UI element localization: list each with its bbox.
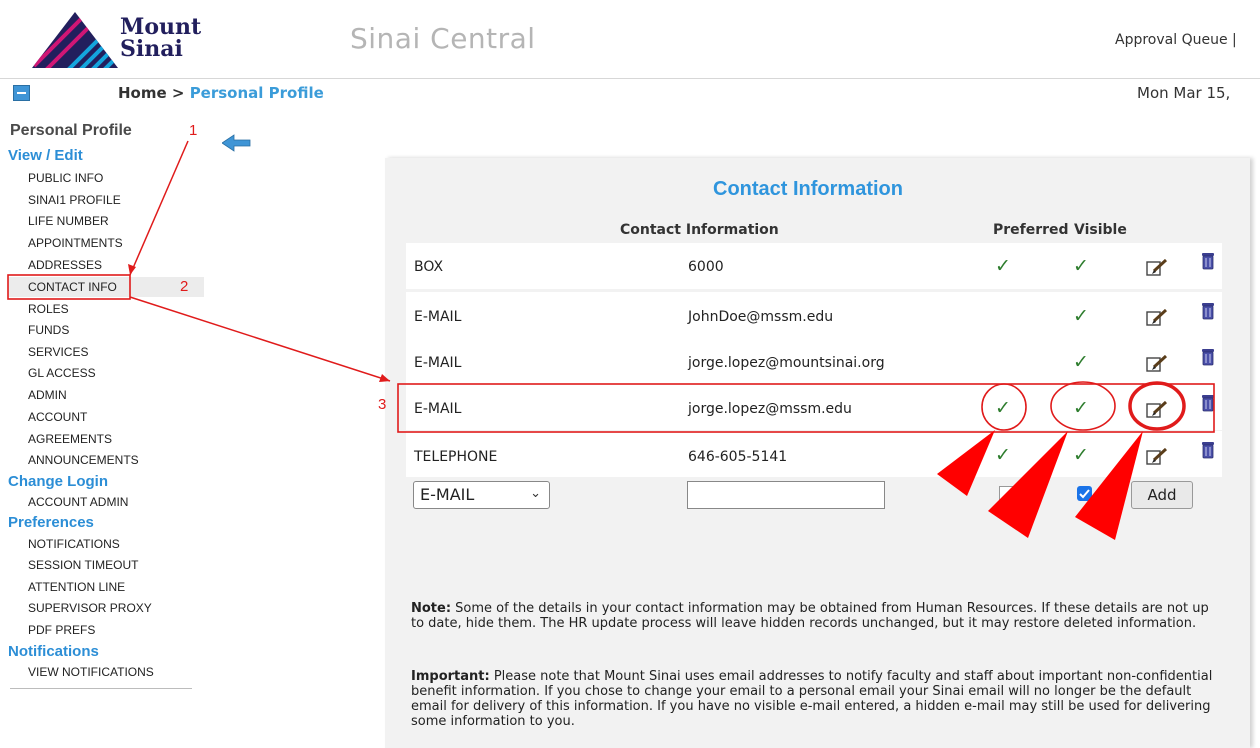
visible-check-icon: ✓ [1073,444,1089,466]
contact-value-input[interactable] [687,481,885,509]
annotation-arrowhead-1 [128,264,136,275]
sidebar-item-life-number[interactable]: LIFE NUMBER [28,214,109,228]
annotation-arrow-2 [129,296,391,382]
logo-wordmark: Mount Sinai [120,16,201,60]
col-header-preferred: Preferred [993,222,1069,238]
sidebar-divider [10,688,192,689]
sidebar-item-supervisor-proxy[interactable]: SUPERVISOR PROXY [28,601,152,615]
contact-type: E-MAIL [414,355,462,371]
sidebar-item-session-timeout[interactable]: SESSION TIMEOUT [28,558,138,572]
sidebar-item-announcements[interactable]: ANNOUNCEMENTS [28,453,139,467]
annotation-arrow-1 [129,140,189,276]
breadcrumb-separator: > [166,84,190,102]
trash-icon[interactable] [1201,302,1215,320]
sidebar-item-funds[interactable]: FUNDS [28,323,69,337]
table-row [406,243,1222,289]
sidebar-item-contact-info[interactable]: CONTACT INFO [28,280,117,294]
chevron-down-icon: ⌄ [530,486,541,501]
table-row [406,431,1222,477]
contact-type: TELEPHONE [414,449,498,465]
col-header-contact: Contact Information [620,222,779,238]
sidebar-item-public-info[interactable]: PUBLIC INFO [28,171,103,185]
important-paragraph: Important: Please note that Mount Sinai … [411,669,1223,729]
breadcrumb-current: Personal Profile [189,84,324,102]
logo-line-1: Mount [120,14,202,40]
sidebar-item-appointments[interactable]: APPOINTMENTS [28,236,123,250]
edit-icon[interactable] [1146,401,1168,419]
contact-type-selected: E-MAIL [420,485,475,504]
contact-title: Contact Information [713,178,903,200]
add-button[interactable]: Add [1131,481,1193,509]
trash-icon[interactable] [1201,441,1215,459]
preferred-check-icon: ✓ [995,397,1011,419]
visible-check-icon: ✓ [1073,397,1089,419]
preferred-checkbox[interactable] [999,486,1014,501]
sidebar-item-gl-access[interactable]: GL ACCESS [28,366,96,380]
trash-icon[interactable] [1201,348,1215,366]
sidebar-section-notifications: Notifications [8,643,99,660]
sidebar-section-preferences: Preferences [8,514,94,531]
sidebar-item-account[interactable]: ACCOUNT [28,410,87,424]
contact-value: JohnDoe@mssm.edu [688,309,834,325]
contact-value: jorge.lopez@mssm.edu [688,401,852,417]
trash-icon[interactable] [1201,394,1215,412]
contact-type: BOX [414,259,444,275]
current-date: Mon Mar 15, [1137,84,1231,102]
sidebar-item-pdf-prefs[interactable]: PDF PREFS [28,623,95,637]
logo-line-2: Sinai [120,36,183,62]
annotation-number-1: 1 [189,122,198,139]
edit-icon[interactable] [1146,355,1168,373]
sidebar-item-attention-line[interactable]: ATTENTION LINE [28,580,125,594]
annotation-number-3: 3 [378,396,387,413]
sidebar-item-notifications[interactable]: NOTIFICATIONS [28,537,120,551]
note-paragraph: Note: Some of the details in your contac… [411,601,1223,631]
contact-type-select[interactable]: E-MAIL ⌄ [413,481,550,509]
contact-value: jorge.lopez@mountsinai.org [688,355,885,371]
note-text: Some of the details in your contact info… [411,601,1209,631]
sidebar-item-account-admin[interactable]: ACCOUNT ADMIN [28,495,128,509]
approval-queue-link[interactable]: Approval Queue | [1115,32,1237,48]
back-arrow-icon[interactable] [222,134,252,152]
contact-type: E-MAIL [414,309,462,325]
sidebar-item-sinai1-profile[interactable]: SINAI1 PROFILE [28,193,121,207]
contact-value: 6000 [688,259,724,275]
visible-check-icon: ✓ [1073,305,1089,327]
visible-check-icon: ✓ [1073,351,1089,373]
sidebar-section-view-edit: View / Edit [8,147,83,164]
important-label: Important: [411,669,490,684]
sidebar-item-addresses[interactable]: ADDRESSES [28,258,102,272]
annotation-number-2: 2 [180,278,189,295]
sidebar-item-agreements[interactable]: AGREEMENTS [28,432,112,446]
breadcrumb-home[interactable]: Home [118,84,167,102]
edit-icon[interactable] [1146,259,1168,277]
sidebar-item-roles[interactable]: ROLES [28,302,69,316]
app-title: Sinai Central [350,22,536,55]
sidebar-item-admin[interactable]: ADMIN [28,388,67,402]
note-label: Note: [411,601,452,616]
sidebar-title: Personal Profile [10,122,132,139]
breadcrumb: Home > Personal Profile [118,84,324,102]
visible-checkbox[interactable] [1077,486,1092,501]
important-text: Please note that Mount Sinai uses email … [411,669,1213,729]
checkmark-icon [1079,489,1090,499]
preferred-check-icon: ✓ [995,444,1011,466]
collapse-sidebar-button[interactable] [13,85,30,101]
visible-check-icon: ✓ [1073,255,1089,277]
edit-icon[interactable] [1146,448,1168,466]
sidebar-item-view-notifications[interactable]: VIEW NOTIFICATIONS [28,665,154,679]
contact-value: 646-605-5141 [688,449,788,465]
trash-icon[interactable] [1201,252,1215,270]
sidebar-item-services[interactable]: SERVICES [28,345,88,359]
header-divider [0,78,1260,79]
sidebar-section-change-login: Change Login [8,473,108,490]
contact-type: E-MAIL [414,401,462,417]
col-header-visible: Visible [1074,222,1127,238]
preferred-check-icon: ✓ [995,255,1011,277]
edit-icon[interactable] [1146,309,1168,327]
